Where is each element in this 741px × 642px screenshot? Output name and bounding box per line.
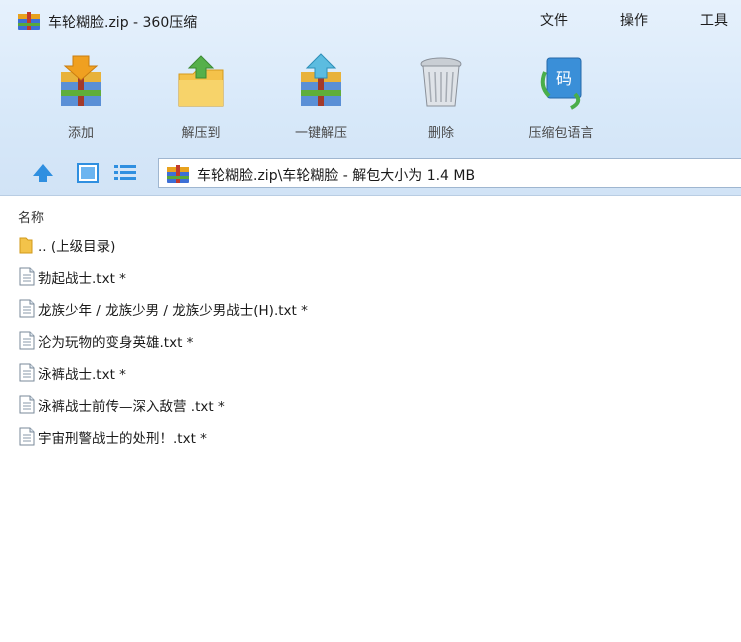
text-file-icon [19, 427, 35, 446]
list-item[interactable]: 宇宙刑警战士的处刑！.txt * [18, 424, 718, 448]
text-file-icon [19, 267, 35, 286]
address-bar[interactable]: 车轮糊脸.zip\车轮糊脸 - 解包大小为 1.4 MB [158, 158, 741, 188]
add-icon [61, 55, 101, 106]
extract-to-icon [178, 55, 224, 107]
menu-file[interactable]: 文件 [540, 10, 568, 30]
up-arrow-icon[interactable] [32, 162, 54, 184]
add-button[interactable]: 添加 [33, 52, 129, 148]
one-click-extract-button[interactable]: 一键解压 [273, 52, 369, 148]
list-item[interactable]: 泳裤战士.txt * [18, 360, 718, 384]
delete-label: 删除 [427, 126, 454, 141]
svg-text:码: 码 [556, 69, 572, 88]
archive-language-label: 压缩包语言 [528, 126, 594, 141]
title-bar: 车轮糊脸.zip - 360压缩 文件 操作 工具 [0, 0, 741, 40]
list-view-icon[interactable] [112, 162, 138, 184]
one-click-extract-label: 一键解压 [294, 126, 347, 141]
text-file-icon [19, 395, 35, 414]
text-file-icon [19, 331, 35, 350]
list-item-name: .. (上级目录) [38, 239, 116, 255]
list-item[interactable]: 龙族少年 / 龙族少男 / 龙族少男战士(H).txt * [18, 296, 718, 320]
list-item-parent-folder[interactable]: .. (上级目录) [18, 232, 718, 256]
add-label: 添加 [67, 126, 94, 141]
window-title: 车轮糊脸.zip - 360压缩 [48, 15, 198, 31]
archive-language-icon: 码 [540, 57, 582, 110]
file-list: 名称 .. (上级目录) 勃起战士.txt * 龙族少年 / 龙族少男 / 龙族… [0, 200, 741, 642]
list-item[interactable]: 沦为玩物的变身英雄.txt * [18, 328, 718, 352]
column-header-name[interactable]: 名称 [18, 207, 44, 226]
list-item[interactable]: 勃起战士.txt * [18, 264, 718, 288]
list-item-name: 泳裤战士.txt * [38, 367, 126, 383]
list-item-name: 勃起战士.txt * [38, 271, 126, 287]
text-file-icon [19, 299, 35, 318]
list-item[interactable]: 泳裤战士前传—深入敌营 .txt * [18, 392, 718, 416]
list-item-name: 沦为玩物的变身英雄.txt * [38, 335, 194, 351]
menu-operation[interactable]: 操作 [620, 10, 648, 30]
archive-icon [167, 165, 189, 183]
extract-to-label: 解压到 [181, 126, 221, 141]
one-click-extract-icon [301, 53, 341, 106]
delete-button[interactable]: 删除 [393, 52, 489, 148]
list-item-name: 宇宙刑警战士的处刑！.txt * [38, 431, 207, 447]
delete-icon [420, 57, 462, 107]
archive-language-button[interactable]: 码 压缩包语言 [513, 52, 609, 148]
list-item-name: 龙族少年 / 龙族少男 / 龙族少男战士(H).txt * [38, 303, 308, 319]
archive-app-icon [18, 12, 40, 30]
text-file-icon [19, 363, 35, 382]
menu-tools[interactable]: 工具 [700, 10, 728, 30]
archive-window: 车轮糊脸.zip - 360压缩 文件 操作 工具 添加 解压到 一键解压 删除… [0, 0, 741, 642]
window-chrome: 车轮糊脸.zip - 360压缩 文件 操作 工具 添加 解压到 一键解压 删除… [0, 0, 741, 196]
folder-icon [19, 237, 33, 254]
extract-to-button[interactable]: 解压到 [153, 52, 249, 148]
large-icon-view-icon[interactable] [76, 162, 100, 184]
list-item-name: 泳裤战士前传—深入敌营 .txt * [38, 399, 225, 415]
address-text: 车轮糊脸.zip\车轮糊脸 - 解包大小为 1.4 MB [197, 168, 476, 184]
